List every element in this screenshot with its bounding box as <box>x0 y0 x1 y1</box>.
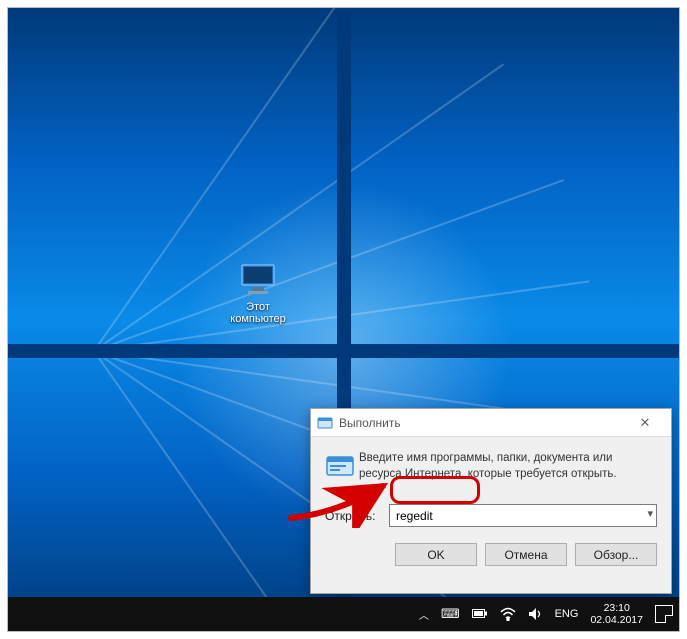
desktop-icon-this-pc[interactable]: Этот компьютер <box>218 263 298 325</box>
desktop-wallpaper[interactable]: Этот компьютер Выполнить ✕ <box>8 8 679 631</box>
desktop-icon-label: Этот компьютер <box>218 301 298 325</box>
wifi-icon[interactable] <box>500 607 516 621</box>
volume-icon[interactable] <box>528 607 543 621</box>
this-pc-icon <box>238 263 278 297</box>
open-input[interactable] <box>389 504 657 527</box>
open-combobox[interactable]: ▾ <box>389 504 657 527</box>
action-center-icon[interactable] <box>655 605 673 623</box>
run-body-icon <box>325 451 359 488</box>
tray-overflow-icon[interactable]: ︿ <box>419 607 429 622</box>
taskbar[interactable]: ︿ ⌨ ENG 23:10 02.04.2017 <box>8 597 679 631</box>
screenshot-frame: Этот компьютер Выполнить ✕ <box>7 7 680 632</box>
run-titlebar[interactable]: Выполнить ✕ <box>311 409 671 437</box>
open-label: Открыть: <box>325 509 389 523</box>
run-title-icon <box>317 415 333 431</box>
battery-icon[interactable] <box>472 608 488 620</box>
language-indicator[interactable]: ENG <box>555 608 579 620</box>
clock-date: 02.04.2017 <box>590 614 643 626</box>
browse-button[interactable]: Обзор... <box>575 543 657 566</box>
ok-button[interactable]: OK <box>395 543 477 566</box>
run-message: Введите имя программы, папки, документа … <box>359 451 657 488</box>
run-title-text: Выполнить <box>339 416 401 430</box>
cancel-button[interactable]: Отмена <box>485 543 567 566</box>
run-dialog: Выполнить ✕ Введите им <box>310 408 672 594</box>
taskbar-clock[interactable]: 23:10 02.04.2017 <box>590 602 643 626</box>
system-tray: ︿ ⌨ ENG 23:10 02.04.2017 <box>419 602 679 626</box>
clock-time: 23:10 <box>590 602 643 614</box>
close-icon: ✕ <box>640 415 651 431</box>
close-button[interactable]: ✕ <box>625 409 665 436</box>
keyboard-icon[interactable]: ⌨ <box>441 606 460 622</box>
